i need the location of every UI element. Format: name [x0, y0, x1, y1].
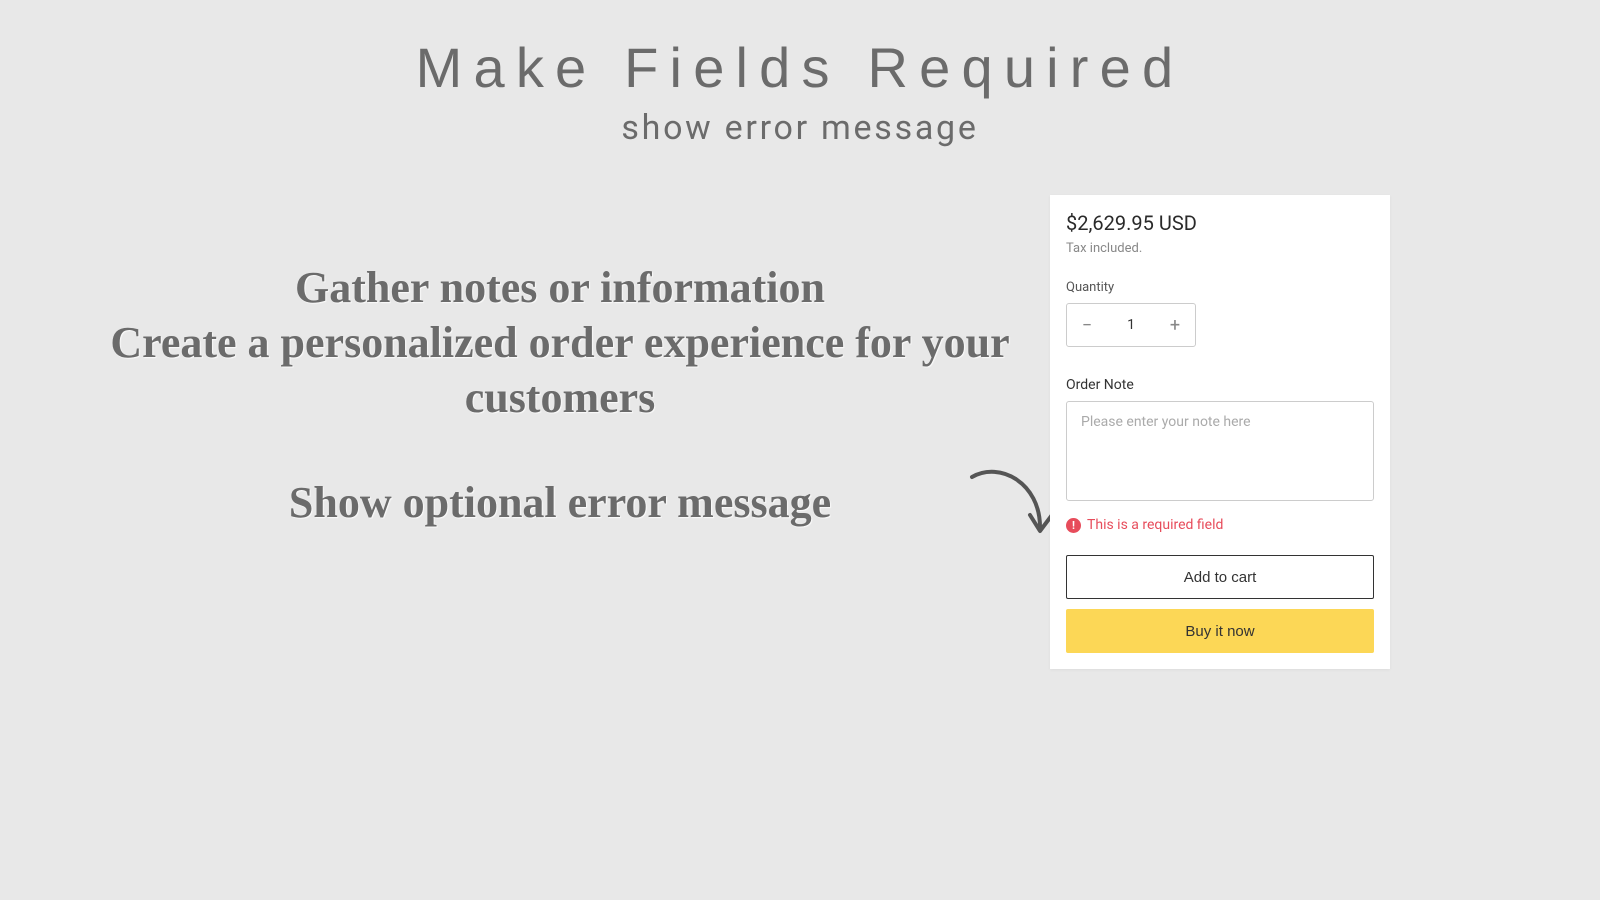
quantity-value: 1: [1107, 317, 1155, 333]
buy-now-button[interactable]: Buy it now: [1066, 609, 1374, 653]
promo-copy: Gather notes or information Create a per…: [70, 260, 1050, 530]
error-text: This is a required field: [1087, 517, 1223, 533]
product-card: $2,629.95 USD Tax included. Quantity − 1…: [1050, 195, 1390, 669]
arrow-icon: [960, 465, 1060, 555]
order-note-label: Order Note: [1066, 377, 1374, 393]
tax-note: Tax included.: [1066, 241, 1374, 256]
product-price: $2,629.95 USD: [1066, 211, 1374, 235]
promo-line-1: Gather notes or information: [70, 260, 1050, 315]
order-note-input[interactable]: [1066, 401, 1374, 501]
page-title: Make Fields Required: [0, 0, 1600, 100]
promo-line-2: Create a personalized order experience f…: [70, 315, 1050, 425]
quantity-increment-button[interactable]: +: [1155, 304, 1195, 346]
error-icon: !: [1066, 518, 1081, 533]
page-subtitle: show error message: [0, 108, 1600, 148]
quantity-stepper: − 1 +: [1066, 303, 1196, 347]
error-message: ! This is a required field: [1066, 517, 1374, 533]
quantity-decrement-button[interactable]: −: [1067, 304, 1107, 346]
quantity-label: Quantity: [1066, 280, 1374, 295]
promo-line-3: Show optional error message: [70, 475, 1050, 530]
add-to-cart-button[interactable]: Add to cart: [1066, 555, 1374, 599]
